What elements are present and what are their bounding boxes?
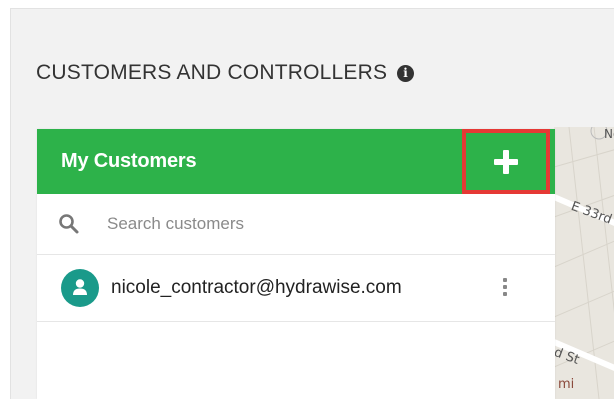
section-heading: CUSTOMERS AND CONTROLLERS i: [36, 61, 415, 85]
kebab-icon[interactable]: [502, 278, 508, 298]
user-icon: [73, 279, 87, 295]
map-view[interactable]: No E 33rd d St mi: [554, 127, 614, 399]
info-icon[interactable]: i: [397, 64, 415, 82]
search-icon: [59, 214, 79, 234]
section-title: CUSTOMERS AND CONTROLLERS: [36, 61, 388, 84]
search-input[interactable]: [105, 213, 489, 235]
customer-list-item[interactable]: nicole_contractor@hydrawise.com: [37, 255, 555, 322]
map-label: No: [604, 127, 614, 141]
content-frame: CUSTOMERS AND CONTROLLERS i No E 33rd d …: [10, 8, 614, 399]
customer-email: nicole_contractor@hydrawise.com: [111, 277, 402, 298]
add-customer-button[interactable]: [462, 129, 550, 194]
panel-header: My Customers: [37, 129, 555, 194]
map-label: mi: [558, 377, 575, 392]
avatar: [61, 269, 99, 307]
search-bar: [37, 194, 555, 255]
panel-title: My Customers: [61, 150, 197, 172]
customers-panel: My Customers nicole_contractor@hydrawise…: [37, 129, 555, 399]
plus-icon: [494, 149, 518, 174]
